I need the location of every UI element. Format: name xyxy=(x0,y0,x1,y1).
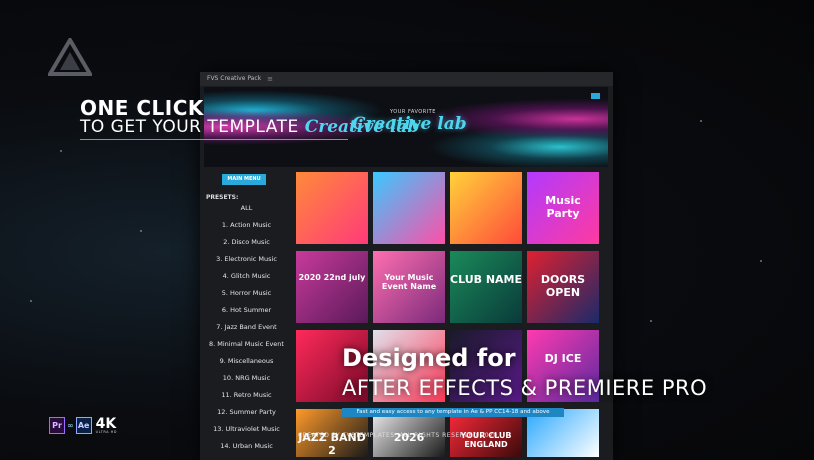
presets-label: PRESETS: xyxy=(206,194,239,201)
template-tile[interactable]: Your Music Event Name xyxy=(373,251,445,323)
4k-badge: 4K ULTRA HD xyxy=(95,415,117,434)
preset-item[interactable]: 12. Summer Party xyxy=(200,408,293,416)
app-badges: Pr ∞ Ae 4K ULTRA HD xyxy=(49,417,117,434)
tile-label: CLUB NAME xyxy=(450,273,522,286)
particle xyxy=(760,260,762,262)
particle xyxy=(700,120,702,122)
preset-item[interactable]: 3. Electronic Music xyxy=(200,255,293,263)
main-menu-button[interactable]: MAIN MENU xyxy=(222,174,266,185)
template-tile[interactable] xyxy=(296,172,368,244)
particle xyxy=(650,320,652,322)
ultra-hd-label: ULTRA HD xyxy=(95,429,117,434)
tile-label: 2020 22nd july xyxy=(298,273,366,282)
headline-underline xyxy=(80,139,348,140)
preset-item[interactable]: 5. Horror Music xyxy=(200,289,293,297)
particle xyxy=(140,230,142,232)
template-tile[interactable] xyxy=(450,172,522,244)
preset-item[interactable]: 8. Minimal Music Event xyxy=(200,340,293,348)
access-info-bar: Fast and easy access to any template in … xyxy=(342,408,564,417)
preset-item[interactable]: 11. Retro Music xyxy=(200,391,293,399)
tile-label: DOORS OPEN xyxy=(540,273,586,299)
headline-script: Creative lab xyxy=(304,117,420,137)
preset-item[interactable]: 1. Action Music xyxy=(200,221,293,229)
menu-icon[interactable]: ≡ xyxy=(267,72,273,86)
window-titlebar: FVS Creative Pack ≡ xyxy=(200,72,613,86)
particle xyxy=(60,150,62,152)
ae-premiere-title: AFTER EFFECTS & PREMIERE PRO xyxy=(342,376,708,400)
after-effects-icon: Ae xyxy=(75,417,92,434)
template-tile[interactable] xyxy=(373,172,445,244)
4k-label: 4K xyxy=(95,415,117,432)
preset-item[interactable]: 2. Disco Music xyxy=(200,238,293,246)
premiere-pro-icon: Pr xyxy=(49,417,65,434)
preset-item[interactable]: ALL xyxy=(200,204,293,212)
preset-item[interactable]: 10. NRG Music xyxy=(200,374,293,382)
fvs-logo-icon xyxy=(48,38,92,76)
preset-item[interactable]: 14. Urban Music xyxy=(200,442,293,450)
link-icon: ∞ xyxy=(67,421,74,430)
preset-item[interactable]: 9. Miscellaneous xyxy=(200,357,293,365)
preset-item[interactable]: 6. Hot Summer xyxy=(200,306,293,314)
sidebar: MAIN MENU PRESETS: ALL 1. Action Music 2. … xyxy=(200,168,293,460)
window-title: FVS Creative Pack xyxy=(207,75,262,82)
headline-line2: TO GET YOUR TEMPLATE Creative lab xyxy=(80,117,419,137)
tile-label: DJ ICE xyxy=(544,352,582,365)
preset-item[interactable]: 13. Ultraviolet Music xyxy=(200,425,293,433)
particle xyxy=(30,300,32,302)
template-tile[interactable]: DOORS OPEN xyxy=(527,251,599,323)
corner-button[interactable] xyxy=(591,93,600,99)
template-tile[interactable]: 2020 22nd july xyxy=(296,251,368,323)
tile-label: Music Party xyxy=(545,194,581,220)
template-tile[interactable]: Music Party xyxy=(527,172,599,244)
preset-item[interactable]: 4. Glitch Music xyxy=(200,272,293,280)
preset-item[interactable]: 7. Jazz Band Event xyxy=(200,323,293,331)
tile-label: Your Music Event Name xyxy=(381,273,437,291)
designed-for: Designed for xyxy=(342,344,516,372)
headline-text: TO GET YOUR TEMPLATE xyxy=(80,117,299,137)
template-tile[interactable]: CLUB NAME xyxy=(450,251,522,323)
copyright-text: CREATED BY FVSTEMPLATES. ALL RIGHTS RESE… xyxy=(298,432,501,439)
